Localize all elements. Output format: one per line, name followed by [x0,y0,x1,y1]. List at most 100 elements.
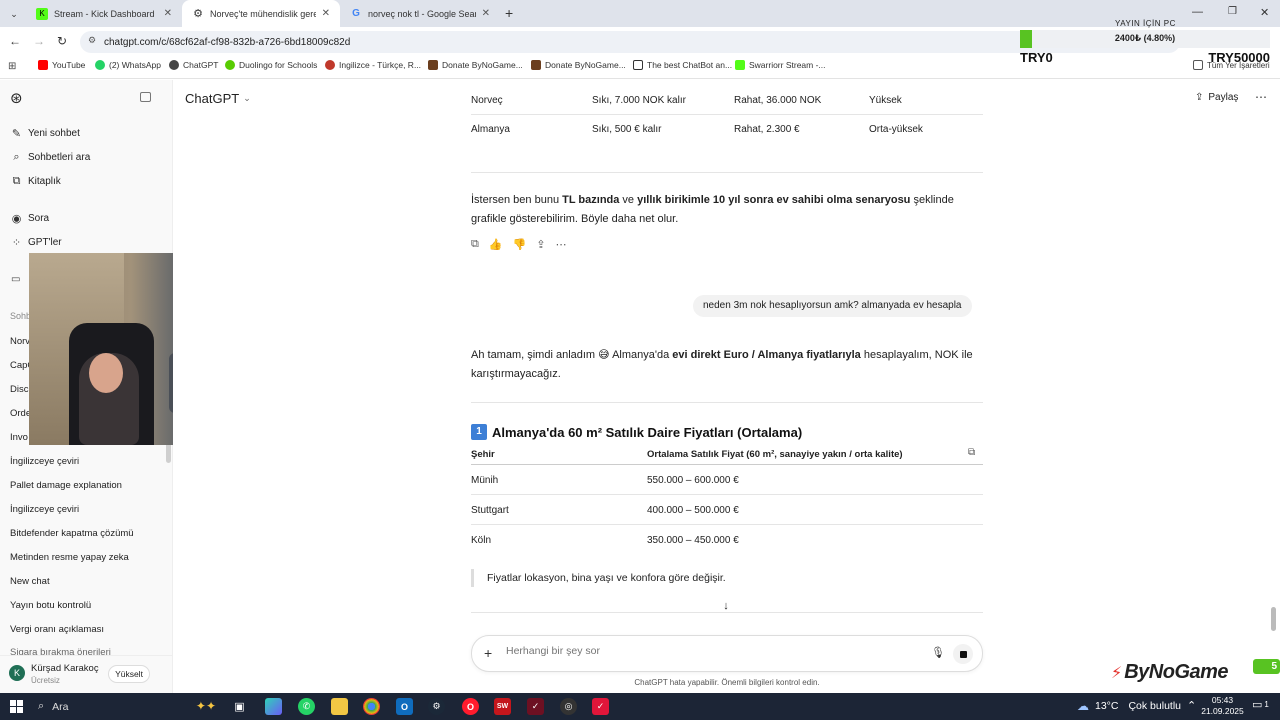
copy-icon[interactable]: ⧉ [471,238,479,251]
clock[interactable]: 05:43 21.09.2025 [1200,695,1245,717]
conversation-item[interactable]: Invo [10,432,28,443]
message-actions: ⧉ 👍 👎 ⇪ ⋯ [471,238,566,251]
copilot-icon[interactable] [265,698,282,715]
steam-icon[interactable]: ⚙ [428,698,445,715]
window-restore-button[interactable]: ❐ [1228,6,1237,17]
more-icon[interactable]: ⋯ [555,238,566,251]
whatsapp-icon[interactable]: ✆ [298,698,315,715]
sidebar-sora[interactable]: ◉ Sora [10,212,49,225]
google-icon: G [352,8,360,19]
stop-icon [959,650,967,658]
stop-button[interactable] [953,644,973,664]
tab-kick[interactable]: K Stream - Kick Dashboard ✕ [26,0,182,27]
attach-icon[interactable]: + [484,645,492,661]
window-minimize-button[interactable]: — [1192,6,1203,18]
more-options-icon[interactable]: ⋯ [1255,90,1267,104]
bookmark-youtube[interactable]: YouTube [38,60,85,70]
bynogame-logo: ⚡ ByNoGame [1111,661,1229,683]
back-icon[interactable]: ← [9,34,21,48]
tab-google[interactable]: G norveç nok tl - Google Search ✕ [340,0,500,27]
conversation-item[interactable]: İngilizceye çeviri [10,456,79,467]
conversation-item[interactable]: Bitdefender kapatma çözümü [10,528,134,539]
openai-logo-icon[interactable]: ⊛ [10,89,23,107]
divider [471,172,983,173]
conversation-item[interactable]: New chat [10,576,50,587]
weather-widget[interactable]: ☁ 13°C Çok bulutlu [1077,699,1181,713]
forward-icon[interactable]: → [33,34,45,48]
notification-center[interactable]: ▭ 1 [1252,698,1269,711]
new-tab-button[interactable]: + [505,5,513,21]
thumbs-up-icon[interactable]: 👍 [489,238,503,251]
sidebar-toggle-icon[interactable] [140,92,151,102]
reload-icon[interactable]: ↻ [57,34,67,48]
conversation-item[interactable]: İngilizceye çeviri [10,504,79,515]
bookmark-swarriorr[interactable]: Swarriorr Stream -... [735,60,826,70]
task-view-icon[interactable]: ▣ [231,698,248,715]
goal-target: TRY50000 [1208,50,1270,65]
share-icon: ⇪ [1195,92,1204,103]
app-icon-crimson[interactable]: ✓ [592,698,609,715]
folder-icon[interactable]: ▭ [11,274,20,285]
conversation-item[interactable]: Orde [10,408,31,419]
bookmark-donate-2[interactable]: Donate ByNoGame... [531,60,626,70]
chat-input[interactable] [506,645,906,657]
outlook-icon[interactable]: O [396,698,413,715]
copy-table-icon[interactable]: ⧉ [968,447,975,458]
close-icon[interactable]: ✕ [164,8,172,19]
opera-icon[interactable]: O [462,698,479,715]
bookmark-whatsapp[interactable]: (2) WhatsApp [95,60,161,70]
duolingo-icon [225,60,235,70]
library-icon: ⧉ [12,175,21,187]
upgrade-button[interactable]: Yükselt [108,665,150,683]
kick-icon [735,60,745,70]
divider [471,612,983,613]
conversation-item[interactable]: Norv [10,336,30,347]
chrome-icon[interactable] [363,698,380,715]
chatbot-icon [633,60,643,70]
share-icon[interactable]: ⇪ [536,238,545,251]
goal-progress-bar: 2400₺ (4.80%) [1020,30,1270,48]
conversation-item[interactable]: Pallet damage explanation [10,480,122,491]
url-text: chatgpt.com/c/68cf62af-cf98-832b-a726-6b… [104,36,351,48]
obs-icon[interactable]: ◎ [560,698,577,715]
user-profile[interactable]: K Kürşad Karakoç Ücretsiz Yükselt [0,655,172,693]
sidebar-search[interactable]: ⌕ Sohbetleri ara [10,151,90,164]
conversation-item[interactable]: Vergi oranı açıklaması [10,624,104,635]
tab-list-button[interactable]: ⌄ [6,6,22,22]
bookmark-ingilizce[interactable]: Ingilizce - Türkçe, R... [325,60,421,70]
model-selector[interactable]: ChatGPT ⌄ [185,91,251,106]
thumbs-down-icon[interactable]: 👎 [513,238,527,251]
bookmark-chatbot[interactable]: The best ChatBot an... [633,60,732,70]
conversation-item[interactable]: Disc [10,384,28,395]
table-cell: Sıkı, 7.000 NOK kalır [592,95,686,106]
divider [471,524,983,525]
search-highlight-icon: ✦✦ [195,699,216,713]
share-button[interactable]: ⇪ Paylaş [1195,92,1238,103]
conversation-item[interactable]: Metinden resme yapay zeka [10,552,129,563]
microphone-icon[interactable]: 🎙 [931,646,945,659]
taskbar-search[interactable]: ⌕ Ara ✦✦ [32,696,222,717]
site-info-icon[interactable]: ⚙ [88,35,96,46]
composer: + 🎙 [471,635,983,672]
sidebar-library[interactable]: ⧉ Kitaplık [10,175,61,188]
sidebar-new-chat[interactable]: ✎ Yeni sohbet [10,127,80,140]
apps-icon[interactable]: ⊞ [8,61,16,72]
close-icon[interactable]: ✕ [482,8,490,19]
scroll-down-button[interactable]: ↓ [718,600,734,616]
url-field[interactable]: ⚙ chatgpt.com/c/68cf62af-cf98-832b-a726-… [80,31,1180,53]
main-scrollbar[interactable] [1271,607,1276,631]
file-explorer-icon[interactable] [331,698,348,715]
tab-chatgpt[interactable]: ⚙ Norveç'te mühendislik gereksin ✕ [182,0,340,27]
bookmark-donate-1[interactable]: Donate ByNoGame... [428,60,523,70]
bookmark-duolingo[interactable]: Duolingo for Schools [225,60,317,70]
bookmark-chatgpt[interactable]: ChatGPT [169,60,218,70]
tray-chevron-icon[interactable]: ⌃ [1187,699,1196,712]
app-icon-dark-red[interactable]: ✓ [527,698,544,715]
whatsapp-icon [95,60,105,70]
app-icon-red[interactable]: SW [494,698,511,715]
close-icon[interactable]: ✕ [322,8,330,19]
start-icon[interactable] [10,700,23,713]
sidebar-gpts[interactable]: ⁘ GPT'ler [10,236,62,249]
conversation-item[interactable]: Sigara bırakma önerileri [10,647,111,655]
conversation-item[interactable]: Yayın botu kontrolü [10,600,91,611]
